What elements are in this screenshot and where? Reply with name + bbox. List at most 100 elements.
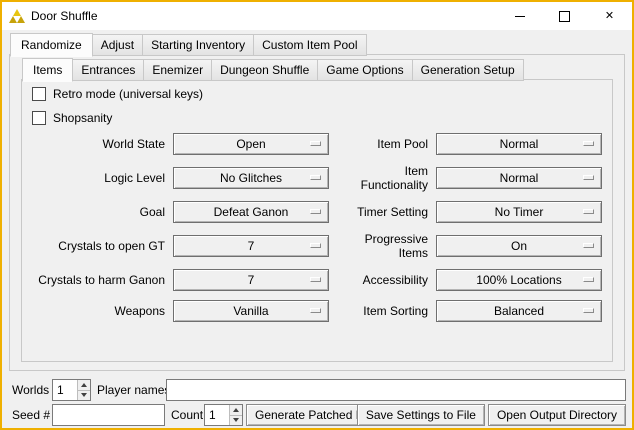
item-functionality-value: Normal (500, 171, 539, 185)
maximize-icon (559, 11, 570, 22)
dropdown-indicator-icon (310, 209, 321, 214)
item-sorting-dropdown[interactable]: Balanced (436, 300, 602, 322)
tab-entrances[interactable]: Entrances (72, 59, 144, 81)
tab-adjust[interactable]: Adjust (92, 34, 143, 56)
retro-mode-checkbox[interactable]: Retro mode (universal keys) (32, 87, 203, 101)
item-sorting-value: Balanced (494, 304, 544, 318)
logic-level-value: No Glitches (220, 171, 282, 185)
player-names-label: Player names (97, 379, 170, 401)
checkbox-icon[interactable] (32, 87, 46, 101)
dropdown-indicator-icon (583, 175, 594, 180)
weapons-label: Weapons (26, 304, 167, 318)
arrow-up-icon (233, 408, 239, 412)
crystals-gt-value: 7 (248, 239, 255, 253)
count-decrement-button[interactable] (230, 416, 242, 426)
options-grid: World State Open Item Pool Normal Logic … (26, 133, 602, 322)
count-label: Count (171, 404, 203, 426)
progressive-items-dropdown[interactable]: On (436, 235, 602, 257)
goal-dropdown[interactable]: Defeat Ganon (173, 201, 329, 223)
crystals-gt-label: Crystals to open GT (26, 239, 167, 253)
bottom-right-buttons: Save Settings to File Open Output Direct… (357, 404, 626, 426)
main-tab-bar: Randomize Adjust Starting Inventory Cust… (10, 33, 366, 56)
tab-dungeon-shuffle[interactable]: Dungeon Shuffle (211, 59, 318, 81)
progressive-items-value: On (511, 239, 527, 253)
item-functionality-dropdown[interactable]: Normal (436, 167, 602, 189)
worlds-increment-button[interactable] (78, 380, 90, 391)
arrow-up-icon (81, 383, 87, 387)
dropdown-indicator-icon (310, 308, 321, 313)
close-button[interactable]: ✕ (587, 2, 632, 30)
worlds-input[interactable] (53, 380, 77, 400)
close-icon: ✕ (605, 11, 614, 22)
timer-setting-dropdown[interactable]: No Timer (436, 201, 602, 223)
dropdown-indicator-icon (310, 175, 321, 180)
crystals-gt-dropdown[interactable]: 7 (173, 235, 329, 257)
spinner-arrows (229, 405, 242, 425)
tab-randomize[interactable]: Randomize (10, 33, 93, 57)
checkbox-icon[interactable] (32, 111, 46, 125)
minimize-icon (515, 16, 525, 17)
tab-starting-inventory[interactable]: Starting Inventory (142, 34, 254, 56)
world-state-value: Open (236, 137, 265, 151)
dropdown-indicator-icon (583, 209, 594, 214)
item-pool-label: Item Pool (335, 137, 430, 151)
timer-setting-value: No Timer (495, 205, 544, 219)
weapons-dropdown[interactable]: Vanilla (173, 300, 329, 322)
count-increment-button[interactable] (230, 405, 242, 416)
seed-label: Seed # (12, 404, 50, 426)
tab-enemizer[interactable]: Enemizer (143, 59, 212, 81)
progressive-items-label: Progressive Items (335, 232, 430, 260)
tab-generation-setup[interactable]: Generation Setup (412, 59, 524, 81)
window-title: Door Shuffle (31, 9, 98, 23)
crystals-ganon-value: 7 (248, 273, 255, 287)
open-output-directory-button[interactable]: Open Output Directory (488, 404, 626, 426)
worlds-spinner[interactable] (52, 379, 91, 401)
timer-setting-label: Timer Setting (335, 205, 430, 219)
logic-level-dropdown[interactable]: No Glitches (173, 167, 329, 189)
dropdown-indicator-icon (583, 243, 594, 248)
tab-game-options[interactable]: Game Options (317, 59, 412, 81)
save-settings-button[interactable]: Save Settings to File (357, 404, 485, 426)
accessibility-dropdown[interactable]: 100% Locations (436, 269, 602, 291)
count-spinner[interactable] (204, 404, 243, 426)
arrow-down-icon (233, 418, 239, 422)
dropdown-indicator-icon (583, 277, 594, 282)
sub-tab-bar: Items Entrances Enemizer Dungeon Shuffle… (22, 58, 523, 81)
tab-custom-item-pool[interactable]: Custom Item Pool (253, 34, 366, 56)
app-window: Door Shuffle ✕ Randomize Adjust Starting… (0, 0, 634, 430)
minimize-button[interactable] (497, 2, 542, 30)
shopsanity-checkbox[interactable]: Shopsanity (32, 111, 112, 125)
item-pool-value: Normal (500, 137, 539, 151)
tab-items[interactable]: Items (22, 58, 73, 82)
player-names-input[interactable] (166, 379, 626, 401)
worlds-decrement-button[interactable] (78, 391, 90, 401)
logic-level-label: Logic Level (26, 171, 167, 185)
dropdown-indicator-icon (310, 243, 321, 248)
item-functionality-label: Item Functionality (335, 164, 430, 192)
spinner-arrows (77, 380, 90, 400)
app-icon (9, 8, 25, 24)
goal-label: Goal (26, 205, 167, 219)
shopsanity-label: Shopsanity (53, 111, 112, 125)
goal-value: Defeat Ganon (214, 205, 289, 219)
arrow-down-icon (81, 393, 87, 397)
dropdown-indicator-icon (310, 141, 321, 146)
titlebar: Door Shuffle ✕ (2, 2, 632, 30)
item-sorting-label: Item Sorting (335, 304, 430, 318)
dropdown-indicator-icon (583, 141, 594, 146)
maximize-button[interactable] (542, 2, 587, 30)
seed-input[interactable] (52, 404, 165, 426)
dropdown-indicator-icon (310, 277, 321, 282)
retro-mode-label: Retro mode (universal keys) (53, 87, 203, 101)
window-controls: ✕ (497, 2, 632, 30)
count-input[interactable] (205, 405, 229, 425)
item-pool-dropdown[interactable]: Normal (436, 133, 602, 155)
crystals-ganon-dropdown[interactable]: 7 (173, 269, 329, 291)
world-state-label: World State (26, 137, 167, 151)
accessibility-label: Accessibility (335, 273, 430, 287)
weapons-value: Vanilla (233, 304, 268, 318)
crystals-ganon-label: Crystals to harm Ganon (26, 273, 167, 287)
worlds-label: Worlds (12, 379, 49, 401)
accessibility-value: 100% Locations (476, 273, 561, 287)
world-state-dropdown[interactable]: Open (173, 133, 329, 155)
